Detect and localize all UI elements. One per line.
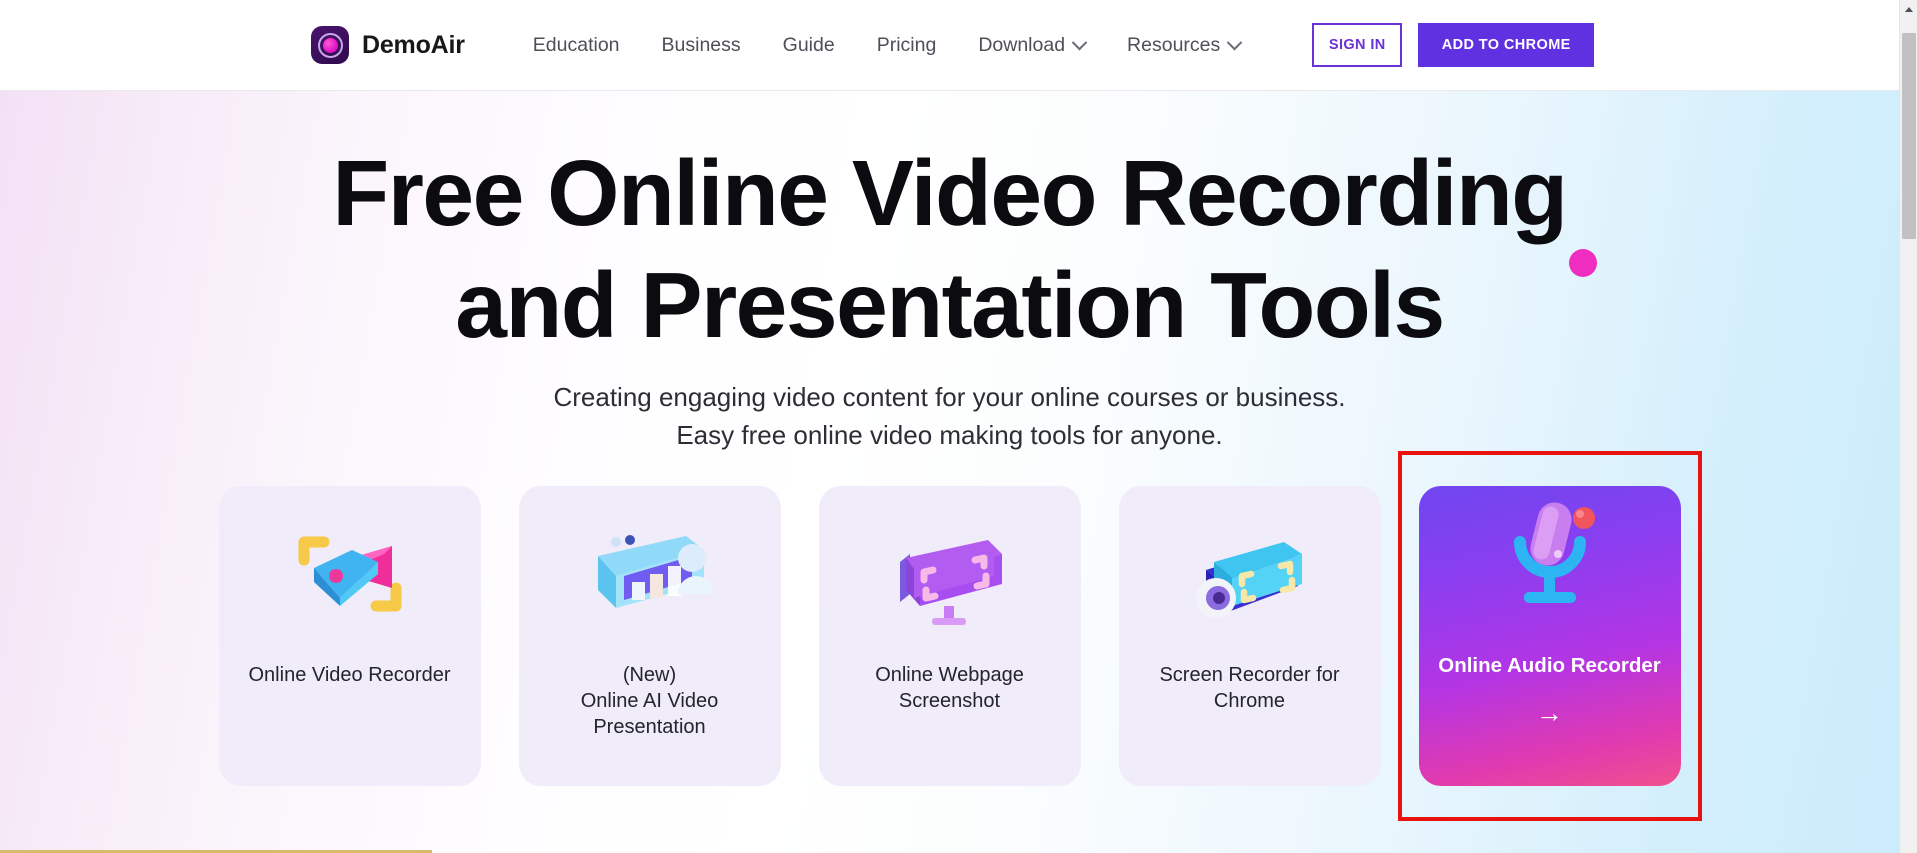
tool-cards-row: Online Video Recorder (New) Online AI Vi…	[0, 451, 1899, 821]
nav-link-label: Pricing	[876, 33, 937, 56]
page-title: Free Online Video Recording and Presenta…	[0, 137, 1899, 361]
icon-box	[219, 486, 481, 662]
chevron-down-icon	[1226, 34, 1243, 50]
nav-link-guide[interactable]: Guide	[762, 34, 856, 57]
card-online-video-recorder[interactable]: Online Video Recorder	[218, 486, 481, 786]
headline-wrap: Free Online Video Recording and Presenta…	[0, 91, 1899, 361]
nav-link-education[interactable]: Education	[512, 34, 641, 57]
card-label-badge: (New)	[622, 664, 677, 686]
sign-in-button[interactable]: SIGN IN	[1312, 23, 1403, 67]
nav-actions: SIGN IN ADD TO CHROME	[1312, 23, 1595, 67]
nav-link-label: Guide	[782, 33, 835, 56]
scrollbar-up-arrow-icon[interactable]	[1900, 0, 1917, 18]
card-online-audio-recorder-slot: Online Audio Recorder →	[1397, 451, 1702, 821]
logo-ring	[317, 32, 343, 58]
nav-link-business[interactable]: Business	[641, 34, 762, 57]
page-scrollbar[interactable]	[1899, 0, 1917, 853]
top-navigation-bar: DemoAir Education Business Guide Pricing	[0, 0, 1899, 91]
icon-box	[519, 486, 781, 662]
nav-inner: DemoAir Education Business Guide Pricing	[311, 23, 1595, 67]
hero-section: Free Online Video Recording and Presenta…	[0, 91, 1899, 853]
subtitle-line-2: Easy free online video making tools for …	[676, 420, 1223, 450]
icon-box	[1119, 486, 1381, 662]
brand-logo-link[interactable]: DemoAir	[311, 26, 465, 64]
card-online-ai-video-presentation[interactable]: (New) Online AI Video Presentation	[518, 486, 781, 786]
card-label: Online Video Recorder	[248, 664, 451, 686]
chevron-down-icon	[1071, 34, 1088, 50]
subtitle-line-1: Creating engaging video content for your…	[553, 382, 1346, 412]
browser-page: DemoAir Education Business Guide Pricing	[0, 0, 1917, 853]
nav-link-download[interactable]: Download	[957, 34, 1106, 57]
nav-link-label: Resources	[1127, 33, 1221, 56]
add-to-chrome-button[interactable]: ADD TO CHROME	[1418, 23, 1595, 67]
scrollbar-thumb[interactable]	[1902, 33, 1916, 239]
card-label-main: Online AI Video Presentation	[580, 690, 719, 738]
card-online-audio-recorder[interactable]: Online Audio Recorder →	[1418, 486, 1681, 786]
arrow-right-icon: →	[1536, 698, 1563, 728]
nav-link-pricing[interactable]: Pricing	[856, 34, 958, 57]
headline-line-2: and Presentation Tools	[455, 253, 1445, 357]
demoair-logo-icon	[311, 26, 349, 64]
card-online-webpage-screenshot[interactable]: Online Webpage Screenshot	[818, 486, 1081, 786]
card-label: Online Webpage Screenshot	[875, 664, 1024, 712]
monitor-screenshot-3d-icon	[899, 540, 1002, 625]
icon-box	[819, 486, 1081, 662]
nav-link-resources[interactable]: Resources	[1106, 34, 1261, 57]
microphone-3d-icon	[1513, 502, 1595, 603]
card-label: (New) Online AI Video Presentation	[519, 662, 781, 740]
hero-subtitle: Creating engaging video content for your…	[0, 378, 1899, 454]
headline-line-1: Free Online Video Recording	[332, 141, 1568, 245]
nav-link-label: Download	[978, 33, 1066, 56]
card-label: Online Audio Recorder	[1438, 654, 1661, 677]
card-screen-recorder-for-chrome[interactable]: Screen Recorder for Chrome	[1118, 486, 1381, 786]
page-viewport: DemoAir Education Business Guide Pricing	[0, 0, 1899, 853]
card-label: Screen Recorder for Chrome	[1159, 664, 1340, 712]
logo-dot	[322, 37, 338, 53]
triangle-up-icon	[1905, 6, 1913, 12]
presentation-board-3d-icon	[597, 535, 714, 608]
webcam-screen-3d-icon	[1195, 542, 1302, 618]
pink-dot-decoration-icon	[1569, 249, 1597, 277]
icon-box	[1480, 486, 1620, 654]
nav-link-label: Business	[661, 33, 741, 56]
video-camera-3d-icon	[298, 536, 401, 612]
nav-link-label: Education	[532, 33, 620, 56]
nav-links: Education Business Guide Pricing Downloa…	[512, 34, 1261, 57]
brand-name: DemoAir	[362, 30, 465, 59]
